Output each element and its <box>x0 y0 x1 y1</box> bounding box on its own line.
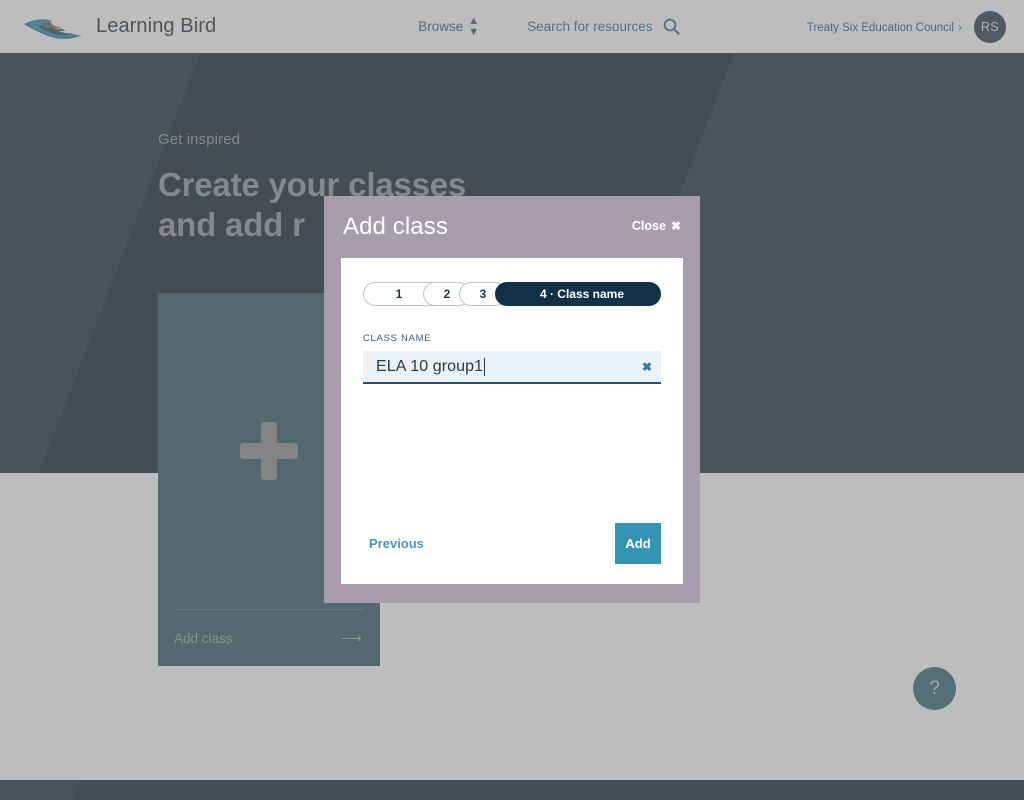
avatar[interactable]: RS <box>974 10 1006 43</box>
app-header: Learning Bird Browse ▲ ▼ Search for resou… <box>0 0 1024 53</box>
previous-button[interactable]: Previous <box>369 536 424 551</box>
plus-icon <box>240 422 298 480</box>
modal-panel: 1 2 3 4 · Class name CLASS NAME ELA 10 g… <box>341 258 683 584</box>
add-class-card-footer: Add class ⟶ <box>158 610 380 666</box>
search-input[interactable]: Search for resources <box>527 18 681 35</box>
close-icon: ✖ <box>670 219 681 233</box>
modal-title: Add class <box>343 213 448 240</box>
header-account: Treaty Six Education Council › RS <box>807 10 1006 43</box>
organization-name: Treaty Six Education Council <box>806 21 954 34</box>
text-caret <box>484 357 486 376</box>
updown-caret-icon: ▲ ▼ <box>468 14 480 38</box>
wizard-stepper: 1 2 3 4 · Class name <box>363 282 661 306</box>
browse-label: Browse <box>418 19 464 34</box>
class-name-field[interactable]: ELA 10 group1 ✖ <box>363 351 661 384</box>
help-button[interactable]: ? <box>913 667 956 710</box>
browse-menu[interactable]: Browse ▲ ▼ <box>418 14 480 38</box>
close-button-label: Close <box>631 219 666 233</box>
brand-name: Learning Bird <box>96 15 217 37</box>
clear-input-icon[interactable]: ✖ <box>642 360 652 374</box>
avatar-initials: RS <box>980 19 1000 34</box>
add-button[interactable]: Add <box>615 523 661 564</box>
bird-logo <box>22 12 84 42</box>
modal-spacer <box>363 384 661 523</box>
class-name-value: ELA 10 group1 <box>376 357 484 375</box>
footer-diagonal <box>0 780 80 800</box>
step-4-active[interactable]: 4 · Class name <box>495 282 661 306</box>
page-root: Get inspired Create your classes and add… <box>0 0 1024 800</box>
class-name-label: CLASS NAME <box>363 333 432 344</box>
organization-selector[interactable]: Treaty Six Education Council › <box>807 20 962 34</box>
hero-eyebrow: Get inspired <box>158 131 241 148</box>
header-nav: Browse ▲ ▼ Search for resources <box>418 14 681 38</box>
search-icon[interactable] <box>663 18 681 35</box>
modal-header: Add class Close ✖ <box>324 196 700 258</box>
add-class-card-label: Add class <box>174 630 233 646</box>
add-class-modal: Add class Close ✖ 1 2 3 4 · Class name C… <box>324 196 700 603</box>
question-mark-icon: ? <box>929 677 940 699</box>
chevron-right-icon: › <box>958 19 962 34</box>
arrow-right-icon: ⟶ <box>340 630 362 647</box>
close-button[interactable]: Close ✖ <box>632 219 681 233</box>
header-branding[interactable]: Learning Bird <box>22 12 216 42</box>
search-placeholder: Search for resources <box>527 19 653 34</box>
modal-actions: Previous Add <box>363 523 661 584</box>
footer-band <box>0 780 1024 800</box>
